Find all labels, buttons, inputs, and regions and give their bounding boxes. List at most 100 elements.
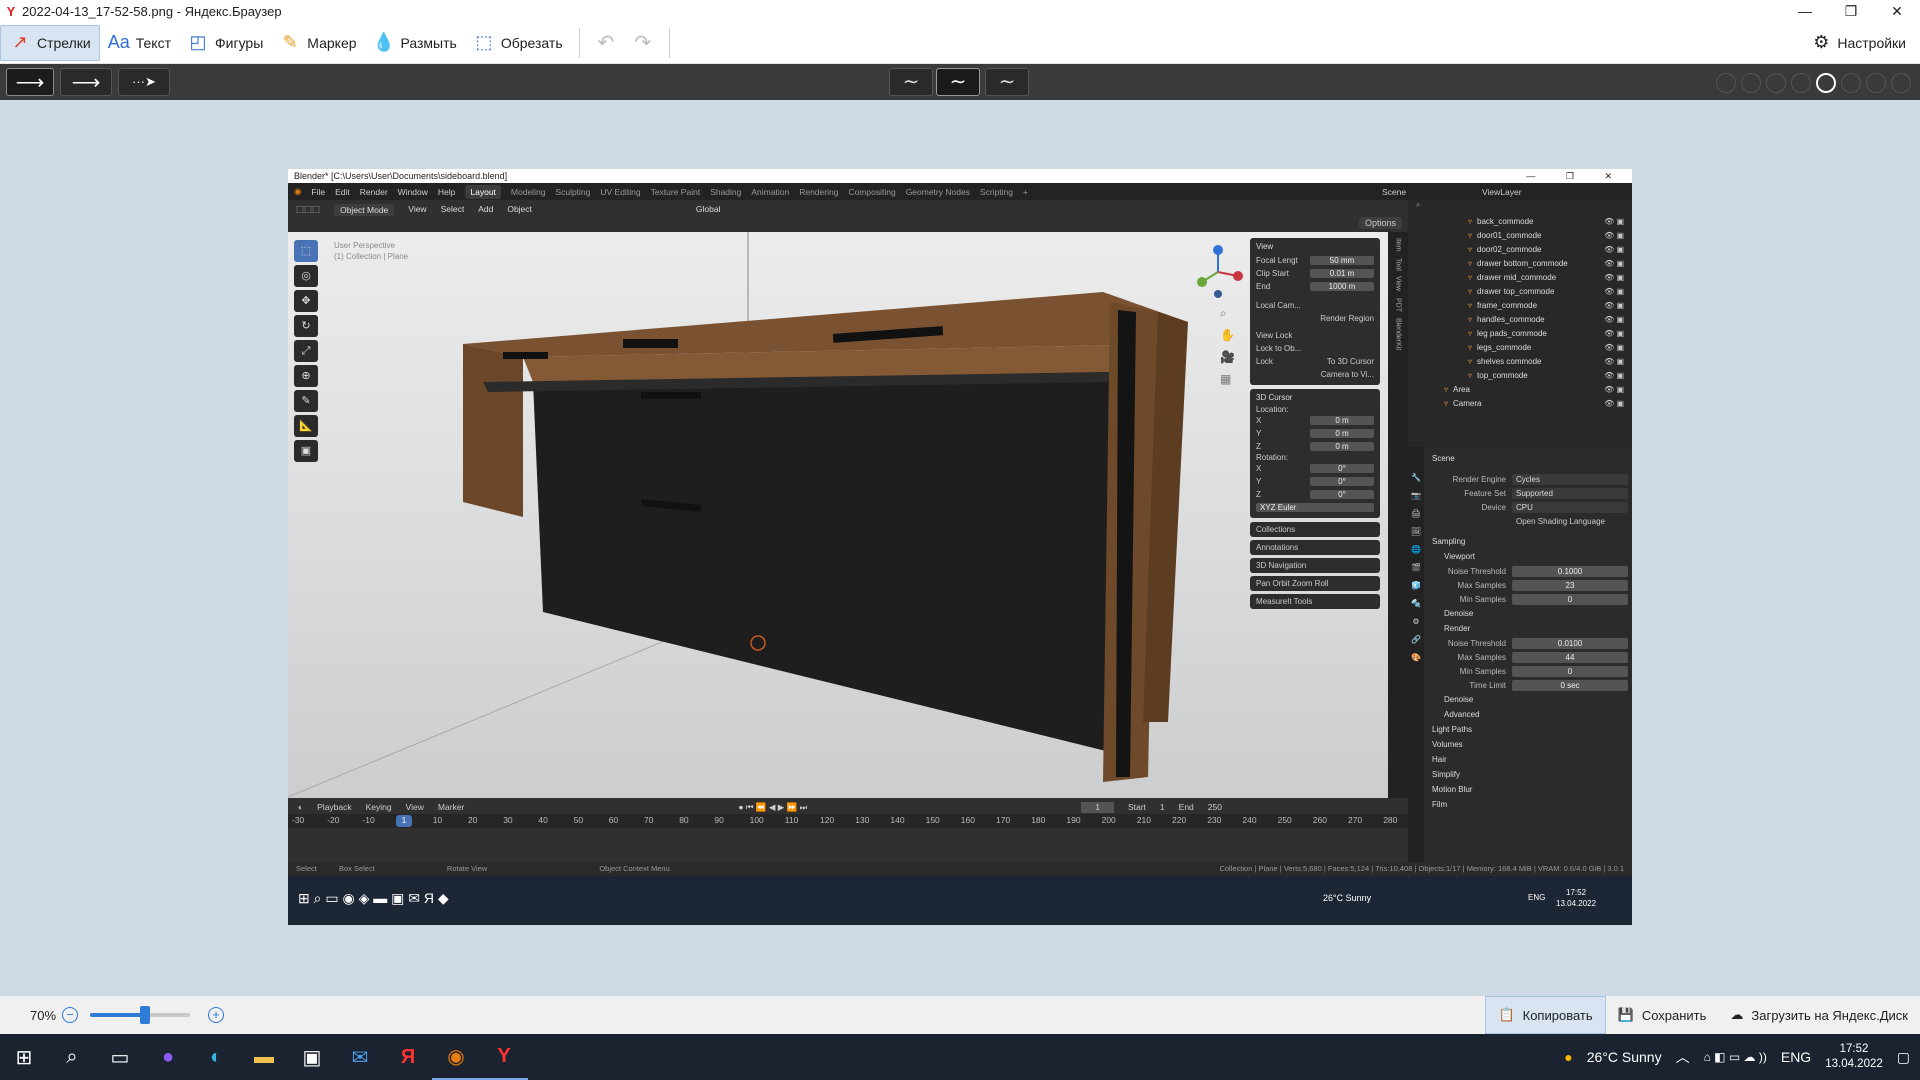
move-tool-icon[interactable]: ✥ <box>294 290 318 312</box>
properties-section[interactable]: Film <box>1432 797 1628 812</box>
header-menu-add[interactable]: Add <box>478 204 493 216</box>
measureit-tools-panel[interactable]: MeasureIt Tools <box>1250 594 1380 609</box>
header-menu-object[interactable]: Object <box>507 204 532 216</box>
viewport-subpanel[interactable]: Viewport <box>1432 549 1628 564</box>
workspace-tab-scripting[interactable]: Scripting <box>980 187 1013 197</box>
add-cube-tool-icon[interactable]: ▣ <box>294 440 318 462</box>
end-frame-field[interactable]: 250 <box>1208 802 1222 813</box>
add-workspace-icon[interactable]: + <box>1023 187 1028 197</box>
measure-tool-icon[interactable]: 📐 <box>294 415 318 437</box>
pan-orbit-zoom-roll-panel[interactable]: Pan Orbit Zoom Roll <box>1250 576 1380 591</box>
start-frame-field[interactable]: 1 <box>1160 802 1165 813</box>
annotate-tool-icon[interactable]: ✎ <box>294 390 318 412</box>
properties-tab-icons[interactable]: 🔧 📷 🖨 🖼 🌐 🎬 🧊 🔩 ⚙ 🔗 🎨 <box>1408 469 1424 667</box>
color-swatch-purple[interactable] <box>1866 73 1886 93</box>
tool-text[interactable]: Aa Текст <box>100 25 179 61</box>
color-swatch-gray[interactable] <box>1891 73 1911 93</box>
visibility-eye-icon[interactable]: 👁 ▣ <box>1604 273 1624 282</box>
menu-help[interactable]: Help <box>438 187 455 197</box>
search-icon[interactable]: ⌕ <box>48 1034 96 1080</box>
view-lock-subpanel[interactable]: View Lock <box>1256 331 1292 340</box>
outliner-item[interactable]: ▿ door02_commode 👁 ▣ <box>1408 242 1632 256</box>
yandex-icon[interactable]: Я <box>384 1034 432 1080</box>
visibility-eye-icon[interactable]: 👁 ▣ <box>1604 301 1624 310</box>
arrow-style-thick-icon[interactable]: ⟶ <box>6 68 54 96</box>
arrow-style-dotted-icon[interactable]: ···➤ <box>118 68 170 96</box>
file-explorer-icon[interactable]: ▬ <box>240 1034 288 1080</box>
vp-denoise-subpanel[interactable]: Denoise <box>1432 606 1628 621</box>
tool-crop[interactable]: ⬚ Обрезать <box>465 25 571 61</box>
outliner-item[interactable]: ▿ legs_commode 👁 ▣ <box>1408 340 1632 354</box>
render-region-checkbox[interactable]: Render Region <box>1320 314 1374 323</box>
color-swatch-green[interactable] <box>1841 73 1861 93</box>
language-indicator[interactable]: ENG <box>1781 1049 1811 1065</box>
cursor-location-y[interactable]: 0 m <box>1310 429 1374 438</box>
visibility-eye-icon[interactable]: 👁 ▣ <box>1604 315 1624 324</box>
arrow-style-long-icon[interactable]: ⟶ <box>60 68 112 96</box>
color-swatch-white[interactable] <box>1741 73 1761 93</box>
notifications-icon[interactable]: ▢ <box>1897 1049 1910 1066</box>
vp-noise-threshold-field[interactable]: 0.1000 <box>1512 565 1628 577</box>
outliner-item[interactable]: ▿ leg pads_commode 👁 ▣ <box>1408 326 1632 340</box>
timeline-menu-playback[interactable]: Playback <box>317 802 352 813</box>
3d-viewport[interactable]: ⬚ ◎ ✥ ↻ ⤢ ⊕ ✎ 📐 ▣ User Perspective (1) C… <box>288 232 1408 798</box>
advanced-subpanel[interactable]: Advanced <box>1432 707 1628 722</box>
clip-end-field[interactable]: 1000 m <box>1310 282 1374 291</box>
color-swatch-yellow[interactable] <box>1791 73 1811 93</box>
workspace-tab-layout[interactable]: Layout <box>465 184 501 199</box>
maximize-button[interactable]: ❐ <box>1828 0 1874 22</box>
stroke-medium-icon[interactable]: ∼ <box>936 68 980 96</box>
visibility-eye-icon[interactable]: 👁 ▣ <box>1604 357 1624 366</box>
sidebar-tab-tool[interactable]: Tool <box>1395 258 1402 271</box>
color-swatch-black[interactable] <box>1716 73 1736 93</box>
outliner-item[interactable]: ▿ back_commode 👁 ▣ <box>1408 214 1632 228</box>
workspace-tab-uv-editing[interactable]: UV Editing <box>600 187 640 197</box>
undo-icon[interactable]: ↶ <box>588 30 625 55</box>
weather-text[interactable]: 26°C Sunny <box>1587 1049 1662 1065</box>
to-3d-cursor-checkbox[interactable]: To 3D Cursor <box>1327 357 1374 366</box>
visibility-eye-icon[interactable]: 👁 ▣ <box>1604 329 1624 338</box>
outliner-item[interactable]: ▿ drawer mid_commode 👁 ▣ <box>1408 270 1632 284</box>
3d-navigation-panel[interactable]: 3D Navigation <box>1250 558 1380 573</box>
edge-icon[interactable]: ◐ <box>192 1034 240 1080</box>
save-button[interactable]: 💾 Сохранить <box>1606 996 1719 1034</box>
menu-file[interactable]: File <box>311 187 325 197</box>
menu-render[interactable]: Render <box>360 187 388 197</box>
camera-view-icon[interactable]: 🎥 <box>1220 346 1235 368</box>
menu-window[interactable]: Window <box>398 187 428 197</box>
outliner-item[interactable]: ▿ Camera 👁 ▣ <box>1408 396 1632 410</box>
vp-max-samples-field[interactable]: 23 <box>1512 579 1628 591</box>
visibility-eye-icon[interactable]: 👁 ▣ <box>1604 287 1624 296</box>
visibility-eye-icon[interactable]: 👁 ▣ <box>1604 259 1624 268</box>
outliner-item[interactable]: ▿ handles_commode 👁 ▣ <box>1408 312 1632 326</box>
mode-selector[interactable]: Object Mode <box>334 204 395 216</box>
header-menu-select[interactable]: Select <box>441 204 465 216</box>
focal-length-field[interactable]: 50 mm <box>1310 256 1374 265</box>
sidebar-tab-item[interactable]: Item <box>1395 238 1402 252</box>
workspace-tab-shading[interactable]: Shading <box>710 187 741 197</box>
r-noise-threshold-field[interactable]: 0.0100 <box>1512 637 1628 649</box>
annotations-panel[interactable]: Annotations <box>1250 540 1380 555</box>
device-dropdown[interactable]: CPU <box>1512 501 1628 513</box>
upload-disk-button[interactable]: ☁ Загрузить на Яндекс.Диск <box>1718 996 1920 1034</box>
start-button-icon[interactable]: ⊞ <box>0 1034 48 1080</box>
redo-icon[interactable]: ↷ <box>624 30 661 55</box>
timeline-menu-marker[interactable]: Marker <box>438 802 464 813</box>
render-subpanel[interactable]: Render <box>1432 621 1628 636</box>
header-menu-view[interactable]: View <box>408 204 426 216</box>
stroke-thick-icon[interactable]: ∼ <box>985 68 1029 96</box>
timeline-ruler[interactable]: -30-20-101102030405060708090100110120130… <box>288 814 1408 828</box>
outliner-item[interactable]: ▿ drawer bottom_commode 👁 ▣ <box>1408 256 1632 270</box>
clock[interactable]: 17:52 13.04.2022 <box>1825 1042 1883 1072</box>
rotation-mode-dropdown[interactable]: XYZ Euler <box>1256 503 1374 512</box>
render-engine-dropdown[interactable]: Cycles <box>1512 473 1628 485</box>
cursor-location-z[interactable]: 0 m <box>1310 442 1374 451</box>
close-button[interactable]: ✕ <box>1874 0 1920 22</box>
current-frame-marker[interactable]: 1 <box>396 815 412 827</box>
outliner-item[interactable]: ▿ frame_commode 👁 ▣ <box>1408 298 1632 312</box>
sampling-panel[interactable]: Sampling <box>1432 534 1628 549</box>
tool-arrows[interactable]: ↗ Стрелки <box>0 24 100 61</box>
zoom-slider[interactable] <box>90 1006 191 1024</box>
camera-to-view-checkbox[interactable]: Camera to Vi... <box>1321 370 1374 379</box>
vp-min-samples-field[interactable]: 0 <box>1512 593 1628 605</box>
